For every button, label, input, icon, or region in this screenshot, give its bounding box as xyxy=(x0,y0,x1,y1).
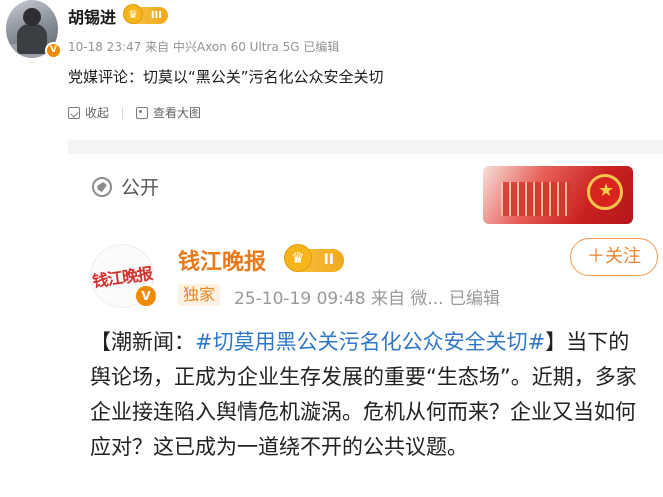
article-prefix: 【潮新闻： xyxy=(90,330,195,354)
image-icon xyxy=(136,106,149,119)
crown-icon: ♛ xyxy=(284,244,312,272)
view-large-image-label: 查看大图 xyxy=(153,106,202,120)
view-large-image-button[interactable]: 查看大图 xyxy=(136,104,201,121)
author-name[interactable]: 胡锡进 xyxy=(68,4,116,28)
hall-image xyxy=(501,182,571,216)
follow-button: ＋关注 xyxy=(570,238,658,276)
source-rank-badge: ♛ II xyxy=(284,244,344,272)
source-meta: 25-10-19 09:48 来自 微... 已编辑 xyxy=(234,289,500,309)
visibility-label: 公开 xyxy=(121,177,160,199)
source-name: 钱江晚报 xyxy=(178,250,267,275)
globe-icon xyxy=(92,177,112,197)
exclusive-tag: 独家 xyxy=(178,284,221,306)
post-text: 党媒评论：切莫以“黑公关”污名化公众安全关切 xyxy=(68,68,384,86)
article-hashtag: #切莫用黑公关污名化公众安全关切# xyxy=(195,330,546,354)
collapse-label: 收起 xyxy=(85,106,110,120)
source-verified-icon: V xyxy=(134,284,158,308)
article-text: 【潮新闻：#切莫用黑公关污名化公众安全关切#】当下的舆论场，正成为企业生存发展的… xyxy=(90,325,650,465)
verified-badge-icon: V xyxy=(45,42,62,59)
post-image[interactable]: 公开 钱江晚报 V 钱江晚报 ♛ II 独家 25-10-19 09:48 来自… xyxy=(68,140,663,497)
rank-badge[interactable]: ♛ III xyxy=(123,4,168,24)
image-actions: 收起 查看大图 xyxy=(68,104,201,121)
collapse-icon xyxy=(68,106,80,119)
rank-level: III xyxy=(150,10,162,21)
divider xyxy=(122,106,124,119)
emblem-icon xyxy=(587,174,623,210)
flag-banner-image xyxy=(483,166,633,224)
embedded-post-card: 钱江晚报 V 钱江晚报 ♛ II 独家 25-10-19 09:48 来自 微.… xyxy=(68,228,663,497)
embedded-header: 公开 xyxy=(68,154,663,228)
avatar-figure-body xyxy=(17,24,47,54)
avatar-figure-head xyxy=(23,8,41,26)
collapse-button[interactable]: 收起 xyxy=(68,104,109,121)
crown-icon: ♛ xyxy=(123,4,143,24)
post-meta: 10-18 23:47 来自 中兴Axon 60 Ultra 5G 已编辑 xyxy=(68,40,340,54)
source-rank-level: II xyxy=(323,252,334,268)
